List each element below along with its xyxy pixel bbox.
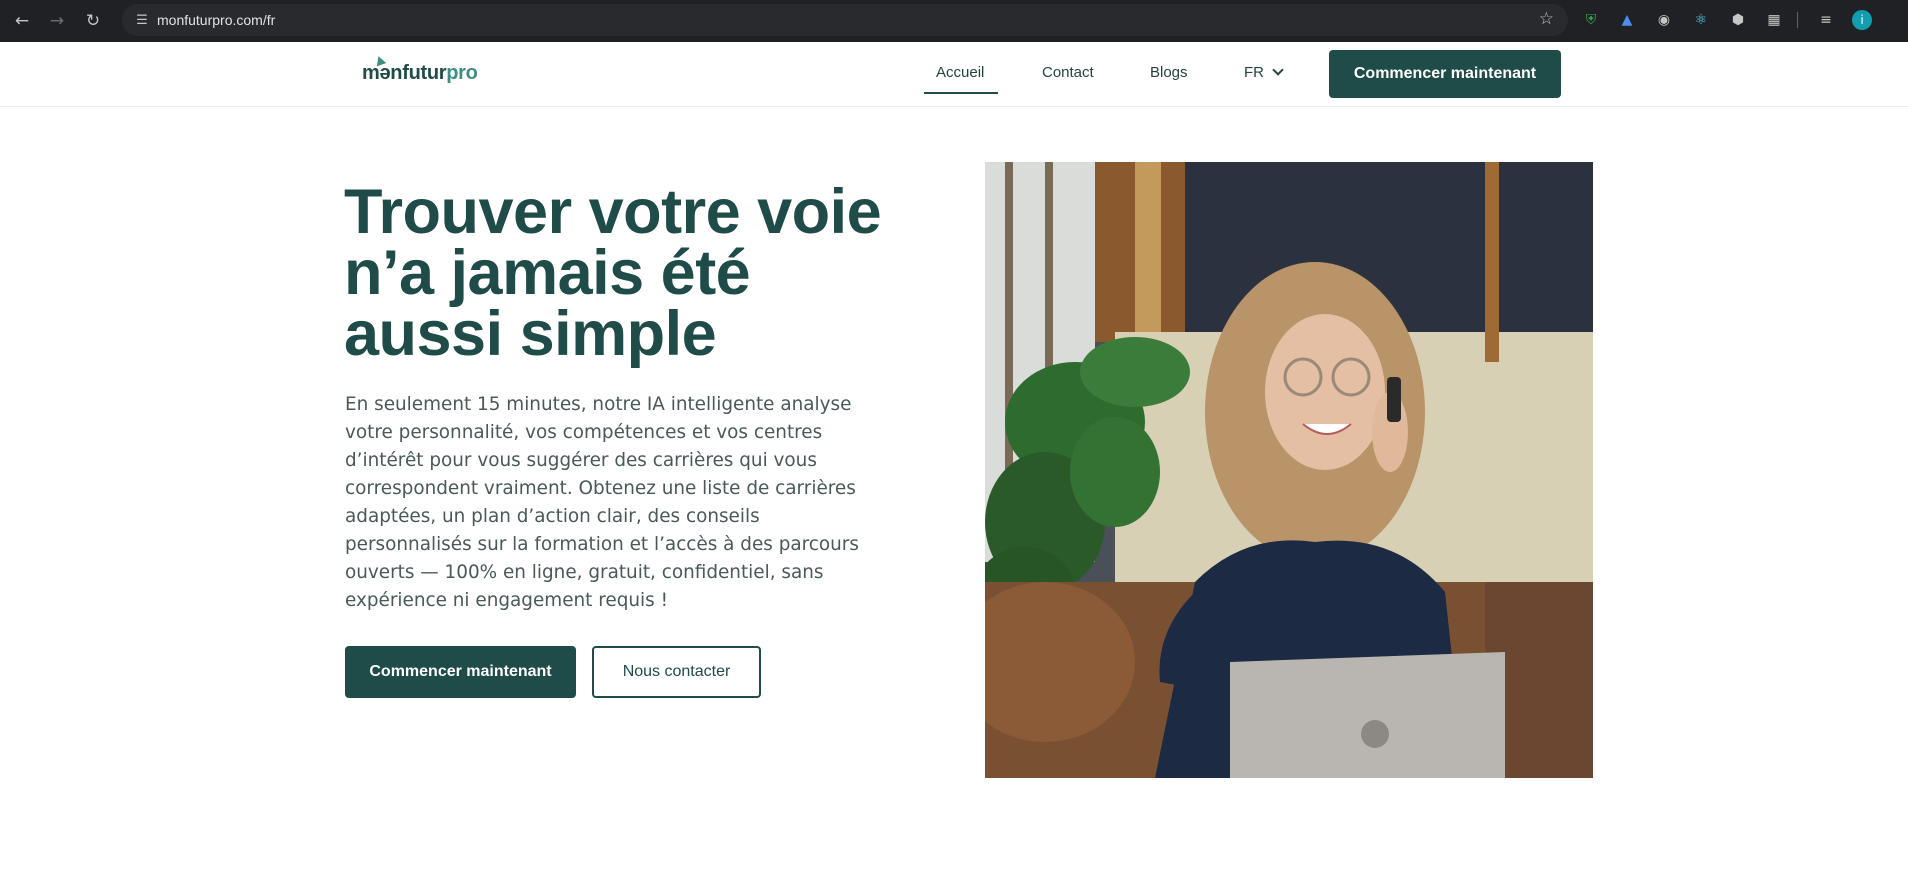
extension-icon[interactable]: ▲ [1617, 10, 1637, 30]
logo-text: mənfutur [362, 62, 447, 84]
shield-extension-icon[interactable]: ⛨ [1581, 10, 1601, 30]
react-extension-icon[interactable]: ⚛ [1691, 10, 1711, 30]
logo-accent-text: pro [446, 62, 478, 84]
reload-icon[interactable]: ↻ [80, 8, 106, 34]
nav-item-blogs[interactable]: Blogs [1150, 64, 1188, 81]
hero-description: En seulement 15 minutes, notre IA intell… [345, 394, 859, 611]
url-text[interactable]: monfuturpro.com/fr [157, 12, 275, 28]
site-header: mənfuturpro Accueil Contact Blogs FR Com… [0, 42, 1908, 107]
language-label: FR [1244, 64, 1264, 81]
puzzle-icon[interactable]: ▦ [1764, 10, 1784, 30]
start-now-button[interactable]: Commencer maintenant [345, 646, 576, 698]
reading-list-icon[interactable]: ≡ [1816, 10, 1836, 30]
hexagon-extension-icon[interactable]: ⬢ [1728, 10, 1748, 30]
star-icon[interactable]: ☆ [1539, 9, 1554, 29]
back-icon[interactable]: ← [9, 8, 35, 34]
profile-avatar[interactable]: i [1852, 10, 1872, 30]
nav-item-contact[interactable]: Contact [1042, 64, 1094, 81]
hero-photo [985, 162, 1593, 778]
chevron-down-icon [1272, 64, 1284, 76]
hero-title: Trouver votre voie n’a jamais été aussi … [344, 177, 882, 369]
address-bar[interactable]: ☰ monfuturpro.com/fr ☆ [122, 4, 1568, 36]
language-selector[interactable]: FR [1244, 64, 1284, 81]
nav-item-accueil[interactable]: Accueil [936, 64, 984, 81]
hero-photo-illustration [985, 162, 1593, 778]
browser-toolbar: ← → ↻ ☰ monfuturpro.com/fr ☆ ⛨ ▲ ◉ ⚛ ⬢ ▦… [0, 0, 1908, 42]
forward-icon[interactable]: → [44, 8, 70, 34]
toolbar-divider [1797, 12, 1798, 28]
site-logo[interactable]: mənfuturpro [362, 62, 478, 85]
camera-extension-icon[interactable]: ◉ [1654, 10, 1674, 30]
header-cta-button[interactable]: Commencer maintenant [1329, 50, 1561, 98]
site-info-icon[interactable]: ☰ [132, 10, 152, 30]
contact-us-button[interactable]: Nous contacter [592, 646, 761, 698]
